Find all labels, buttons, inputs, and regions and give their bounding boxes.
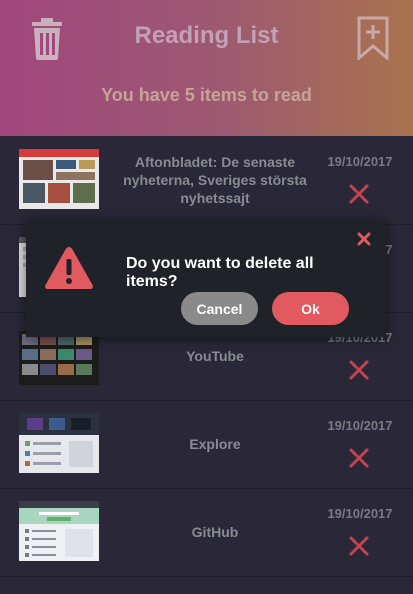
- warning-icon: [45, 247, 93, 289]
- cancel-button[interactable]: Cancel: [181, 292, 258, 325]
- ok-button[interactable]: Ok: [272, 292, 349, 325]
- close-icon[interactable]: [357, 232, 371, 246]
- confirm-delete-dialog: Do you want to delete all items? Cancel …: [26, 220, 386, 337]
- dialog-message: Do you want to delete all items?: [126, 255, 314, 290]
